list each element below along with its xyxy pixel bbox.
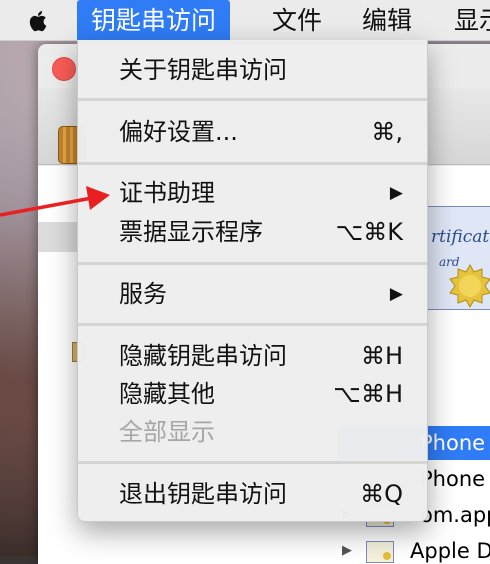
- certificate-row[interactable]: ▶ Apple D: [338, 534, 490, 564]
- menu-item-show-all: 全部显示: [78, 413, 427, 451]
- menu-bar: 钥匙串访问 文件 编辑 显示: [0, 0, 490, 41]
- submenu-arrow-icon: ▶: [389, 183, 403, 203]
- menu-separator: [78, 262, 427, 265]
- menu-separator: [78, 162, 427, 165]
- menu-item-ticket-viewer[interactable]: 票据显示程序 ⌥⌘K: [78, 213, 427, 251]
- menu-item-shortcut: ⌘,: [371, 118, 403, 146]
- menu-item-label: 隐藏钥匙串访问: [119, 342, 287, 370]
- menu-item-shortcut: ⌥⌘H: [333, 380, 403, 408]
- apple-icon[interactable]: [26, 8, 52, 34]
- menu-item-shortcut: ⌥⌘K: [335, 218, 403, 246]
- menu-edit[interactable]: 编辑: [348, 0, 426, 40]
- menu-item-label: 隐藏其他: [119, 380, 215, 408]
- disclosure-triangle-icon[interactable]: ▶: [342, 534, 362, 564]
- menu-item-preferences[interactable]: 偏好设置... ⌘,: [78, 113, 427, 151]
- menu-item-about[interactable]: 关于钥匙串访问: [78, 51, 427, 89]
- menu-keychain-access[interactable]: 钥匙串访问: [77, 0, 231, 40]
- seal-icon: [449, 263, 490, 309]
- certificate-row-label: Phone: [420, 431, 486, 455]
- menu-file[interactable]: 文件: [258, 0, 336, 40]
- certificate-icon: [366, 541, 394, 563]
- certificate-row-label: Apple D: [410, 539, 490, 563]
- menu-item-label: 全部显示: [119, 418, 215, 446]
- menu-item-hide-others[interactable]: 隐藏其他 ⌥⌘H: [78, 375, 427, 413]
- submenu-arrow-icon: ▶: [389, 284, 403, 304]
- menu-item-services[interactable]: 服务 ▶: [78, 275, 427, 313]
- menu-item-label: 票据显示程序: [119, 218, 263, 246]
- menu-item-quit[interactable]: 退出钥匙串访问 ⌘Q: [78, 475, 427, 513]
- certificate-preview-text: rtificate: [431, 227, 490, 247]
- menu-item-shortcut: ⌘H: [360, 342, 403, 370]
- menu-item-label: 退出钥匙串访问: [119, 480, 287, 508]
- app-menu-dropdown: 关于钥匙串访问 偏好设置... ⌘, 证书助理 ▶ 票据显示程序 ⌥⌘K 服务 …: [77, 40, 428, 522]
- window-close-button[interactable]: [52, 57, 76, 81]
- menu-item-certificate-assistant[interactable]: 证书助理 ▶: [78, 174, 427, 212]
- menu-item-label: 证书助理: [119, 179, 215, 207]
- menu-item-label: 关于钥匙串访问: [119, 56, 287, 84]
- menu-separator: [78, 98, 427, 101]
- certificate-row-label: om.app: [420, 503, 490, 527]
- certificate-preview-icon: rtificate ard: [424, 206, 490, 310]
- menu-separator: [78, 461, 427, 464]
- menu-item-shortcut: ⌘Q: [360, 480, 403, 508]
- menu-item-label: 服务: [119, 280, 167, 308]
- menu-item-hide-app[interactable]: 隐藏钥匙串访问 ⌘H: [78, 337, 427, 375]
- menu-item-label: 偏好设置...: [119, 118, 238, 146]
- menu-view[interactable]: 显示: [440, 0, 490, 40]
- certificate-row-label: Phone: [420, 467, 486, 491]
- menu-separator: [78, 323, 427, 326]
